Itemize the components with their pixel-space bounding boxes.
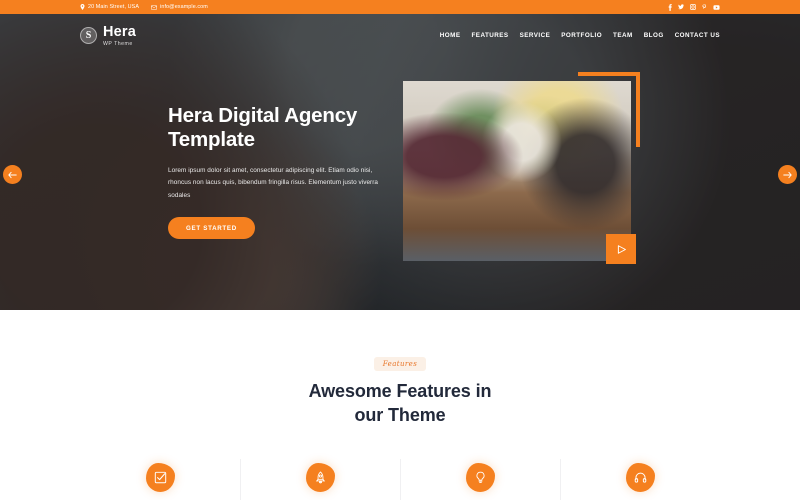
features-card-grid: W3C Validation Super Fast Latest Bootstr… xyxy=(80,458,720,500)
hero-title-line-2: Template xyxy=(168,128,255,152)
brand-logo[interactable]: S Hera WP Theme xyxy=(80,25,136,47)
address-item: 20 Main Street, USA xyxy=(80,4,139,10)
hero-section: S Hera WP Theme HOME FEATURES SERVICE PO… xyxy=(0,14,800,310)
nav-item-team[interactable]: TEAM xyxy=(613,32,633,39)
arrow-right-icon xyxy=(783,171,792,178)
features-title: Awesome Features in our Theme xyxy=(0,380,800,428)
brand-name: Hera xyxy=(103,24,137,41)
hero-title: Hera Digital Agency Template xyxy=(168,104,383,153)
brand-subtitle: WP Theme xyxy=(103,40,133,47)
social-links xyxy=(668,3,720,11)
features-header: Features Awesome Features in our Theme xyxy=(0,353,800,428)
features-title-line-1: Awesome Features in xyxy=(308,381,492,401)
header-inner: S Hera WP Theme HOME FEATURES SERVICE PO… xyxy=(80,25,720,47)
hero-figure xyxy=(403,72,640,268)
nav-item-contact-us[interactable]: CONTACT US xyxy=(675,32,720,39)
features-title-line-2: our Theme xyxy=(354,404,446,425)
nav-item-service[interactable]: SERVICE xyxy=(520,32,551,39)
pinterest-icon[interactable] xyxy=(702,4,707,10)
carousel-next-button[interactable] xyxy=(778,165,797,184)
nav-item-home[interactable]: HOME xyxy=(440,32,461,39)
top-bar-contact-group: 20 Main Street, USA info@example.com xyxy=(80,4,208,10)
top-bar-inner: 20 Main Street, USA info@example.com xyxy=(80,3,720,11)
feature-card-super-fast[interactable]: Super Fast xyxy=(240,458,400,500)
lightbulb-icon xyxy=(465,462,495,492)
hero-content: Hera Digital Agency Template Lorem ipsum… xyxy=(0,14,800,310)
top-bar: 20 Main Street, USA info@example.com xyxy=(0,0,800,14)
hero-paragraph: Lorem ipsum dolor sit amet, consectetur … xyxy=(168,166,379,199)
feature-card-awesome-support[interactable]: Awesome Support xyxy=(560,458,720,500)
map-pin-icon xyxy=(80,4,85,10)
feature-card-latest-bootstrap[interactable]: Latest Bootstrap xyxy=(400,458,560,500)
brand-text-group: Hera WP Theme xyxy=(103,25,136,47)
carousel-prev-button[interactable] xyxy=(3,165,22,184)
nav-item-features[interactable]: FEATURES xyxy=(472,32,509,39)
address-text: 20 Main Street, USA xyxy=(88,4,140,10)
hera-logo-icon: S xyxy=(80,27,97,45)
features-badge: Features xyxy=(373,357,427,371)
email-text: info@example.com xyxy=(160,4,208,10)
features-section: Features Awesome Features in our Theme W… xyxy=(0,310,800,500)
play-video-button[interactable] xyxy=(606,234,636,264)
headphones-icon xyxy=(625,462,655,492)
hero-title-line-1: Hera Digital Agency xyxy=(168,104,358,127)
nav-item-portfolio[interactable]: PORTFOLIO xyxy=(561,32,602,39)
site-header: S Hera WP Theme HOME FEATURES SERVICE PO… xyxy=(0,14,800,58)
main-navigation: HOME FEATURES SERVICE PORTFOLIO TEAM BLO… xyxy=(440,32,720,39)
hero-text-block: Hera Digital Agency Template Lorem ipsum… xyxy=(168,104,383,240)
facebook-icon[interactable] xyxy=(668,3,672,11)
youtube-icon[interactable] xyxy=(713,4,720,10)
envelope-icon xyxy=(151,4,158,10)
email-item[interactable]: info@example.com xyxy=(151,4,208,10)
twitter-icon[interactable] xyxy=(678,4,684,10)
checkbox-icon xyxy=(145,462,175,492)
arrow-left-icon xyxy=(8,171,17,178)
get-started-button[interactable]: GET STARTED xyxy=(168,217,255,240)
instagram-icon[interactable] xyxy=(690,4,696,10)
feature-card-w3c-validation[interactable]: W3C Validation xyxy=(80,462,240,500)
hero-meeting-photo xyxy=(403,81,631,261)
rocket-icon xyxy=(305,462,335,492)
nav-item-blog[interactable]: BLOG xyxy=(644,32,664,39)
play-icon xyxy=(617,244,626,254)
